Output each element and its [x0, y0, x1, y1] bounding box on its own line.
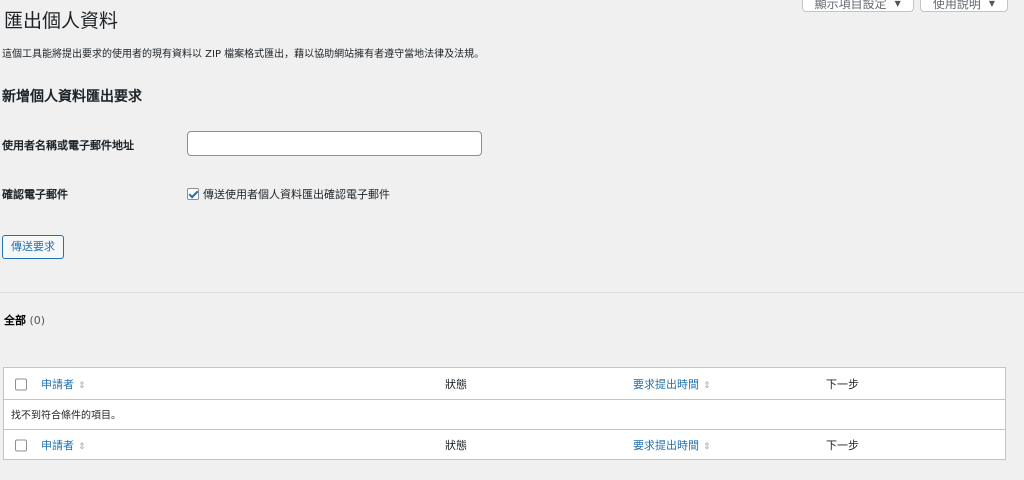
- screen-options-label: 顯示項目設定: [814, 0, 887, 11]
- help-label: 使用說明: [932, 0, 981, 11]
- requests-table: 申請者 ⇕ 狀態 要求提出時間 ⇕ 下一步 找不到符合條件的項目。 申請者 ⇕ 狀態 …: [3, 367, 1006, 460]
- column-status: 狀態: [445, 377, 467, 391]
- username-label: 使用者名稱或電子郵件地址: [2, 139, 134, 152]
- table-footer-row: 申請者 ⇕ 狀態 要求提出時間 ⇕ 下一步: [4, 429, 1005, 460]
- table-header-row: 申請者 ⇕ 狀態 要求提出時間 ⇕ 下一步: [4, 368, 1005, 400]
- select-all-checkbox[interactable]: [15, 378, 27, 390]
- select-all-cell-footer: [15, 439, 27, 452]
- section-divider: [0, 292, 1024, 293]
- triangle-down-icon: ▼: [894, 0, 901, 8]
- page: 顯示項目設定 ▼ 使用說明 ▼ 匯出個人資料 這個工具能將提出要求的使用者的現有…: [0, 0, 1024, 480]
- column-requested-time[interactable]: 要求提出時間 ⇕: [633, 376, 711, 392]
- sort-arrows-icon: ⇕: [703, 380, 711, 391]
- column-requester[interactable]: 申請者 ⇕: [41, 376, 86, 392]
- help-button[interactable]: 使用說明 ▼: [919, 0, 1008, 12]
- username-email-input[interactable]: [187, 131, 482, 156]
- table-row: 找不到符合條件的項目。: [4, 399, 1005, 429]
- intro-text: 這個工具能將提出要求的使用者的現有資料以 ZIP 檔案格式匯出，藉以協助網站擁有…: [2, 49, 485, 60]
- sort-arrows-icon: ⇕: [78, 442, 86, 452]
- screen-options-button[interactable]: 顯示項目設定 ▼: [801, 0, 914, 12]
- select-all-checkbox-footer[interactable]: [15, 439, 27, 452]
- column-requested-time-footer-label: 要求提出時間: [633, 439, 699, 452]
- sort-arrows-icon: ⇕: [78, 380, 86, 391]
- no-items-message: 找不到符合條件的項目。: [11, 410, 121, 422]
- confirm-email-row[interactable]: 傳送使用者個人資料匯出確認電子郵件: [187, 186, 390, 202]
- column-status-footer: 狀態: [445, 439, 467, 452]
- filter-all-link[interactable]: 全部: [4, 314, 26, 327]
- select-all-cell: [15, 377, 27, 390]
- section-title: 新增個人資料匯出要求: [2, 89, 142, 105]
- column-requested-time-footer[interactable]: 要求提出時間 ⇕: [633, 437, 711, 453]
- page-title: 匯出個人資料: [4, 10, 119, 32]
- column-next-steps-footer: 下一步: [826, 439, 859, 452]
- confirm-email-label: 確認電子郵件: [2, 188, 68, 201]
- confirm-email-checkbox[interactable]: [187, 188, 199, 200]
- column-next-steps: 下一步: [826, 377, 859, 391]
- triangle-down-icon: ▼: [988, 0, 995, 8]
- filter-all-count: (0): [29, 314, 46, 327]
- column-requested-time-label: 要求提出時間: [633, 377, 699, 391]
- sort-arrows-icon: ⇕: [703, 442, 711, 452]
- column-requester-footer[interactable]: 申請者 ⇕: [41, 437, 86, 453]
- column-requester-footer-label: 申請者: [41, 439, 74, 452]
- send-request-button[interactable]: 傳送要求: [2, 235, 64, 259]
- column-requester-label: 申請者: [41, 377, 74, 391]
- status-filter: 全部 (0): [4, 312, 45, 328]
- confirm-email-checkbox-label[interactable]: 傳送使用者個人資料匯出確認電子郵件: [203, 186, 390, 202]
- screen-meta-tabs: 顯示項目設定 ▼ 使用說明 ▼: [801, 0, 1008, 12]
